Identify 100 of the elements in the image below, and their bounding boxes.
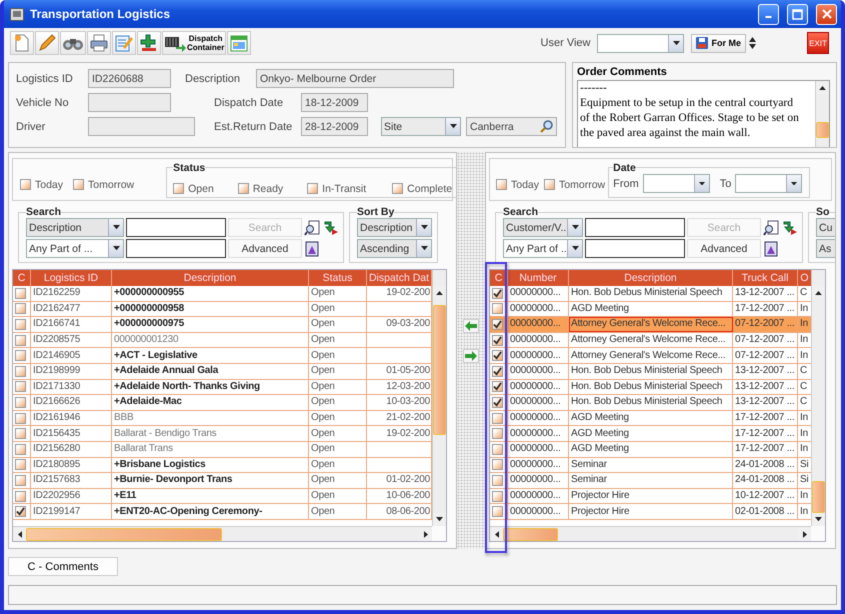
- checkbox[interactable]: [492, 303, 503, 314]
- table-row[interactable]: ID2180895 +Brisbane Logistics Open: [13, 458, 432, 474]
- checkbox[interactable]: [15, 474, 26, 486]
- table-row[interactable]: 00000000... Seminar 24-01-2008 ... Si: [490, 473, 811, 489]
- checkbox[interactable]: [492, 381, 503, 392]
- for-me-button[interactable]: For Me: [691, 34, 746, 52]
- checkbox[interactable]: [15, 381, 26, 392]
- scrollbar-thumb[interactable]: [816, 122, 829, 138]
- minimize-button[interactable]: [758, 4, 779, 24]
- table-row[interactable]: 00000000... Attorney General's Welcome Rece... 07-12-2007 ... In: [490, 317, 811, 333]
- scrollbar-thumb[interactable]: [26, 528, 222, 540]
- table-row[interactable]: 00000000... Attorney General's Welcome Rece... 07-12-2007 ... In: [490, 348, 811, 364]
- checkbox[interactable]: [492, 288, 503, 299]
- checkbox[interactable]: [15, 318, 26, 330]
- to-date-dropdown[interactable]: [735, 174, 802, 193]
- add-button[interactable]: [137, 31, 161, 55]
- field-dropdown[interactable]: Customer/V...: [503, 218, 583, 237]
- checkbox[interactable]: [492, 474, 503, 486]
- table-row[interactable]: 00000000... Hon. Bob Debus Ministerial Speech 13-12-2007 ... C: [490, 395, 811, 411]
- checkbox[interactable]: [173, 183, 184, 194]
- checkbox[interactable]: [20, 179, 31, 190]
- checkbox[interactable]: [492, 350, 503, 362]
- table-row[interactable]: ID2198999 +Adelaide Annual Gala Open 01-05-200: [13, 364, 432, 380]
- checkbox[interactable]: [492, 428, 503, 440]
- table-row[interactable]: 00000000... Hon. Bob Debus Ministerial Speech 13-12-2007 ... C: [490, 286, 811, 302]
- scrollbar-thumb[interactable]: [503, 528, 558, 540]
- down-arrow-icon[interactable]: [782, 220, 798, 236]
- checkbox[interactable]: [238, 183, 249, 194]
- table-row[interactable]: 00000000... AGD Meeting 17-12-2007 ... In: [490, 442, 811, 458]
- table-row[interactable]: 00000000... AGD Meeting 17-12-2007 ... In: [490, 302, 811, 318]
- table-row[interactable]: ID2162259 +000000000955 Open 19-02-200: [13, 286, 432, 302]
- maximize-button[interactable]: [787, 4, 808, 24]
- checkbox[interactable]: [15, 506, 26, 518]
- table-row[interactable]: ID2161946 BBB Open 21-02-200: [13, 410, 432, 426]
- location-field[interactable]: Canberra: [466, 117, 557, 136]
- table-row[interactable]: ID2208575 000000001230 Open: [13, 332, 432, 348]
- site-dropdown[interactable]: Site: [381, 117, 461, 136]
- edit-button[interactable]: [35, 31, 59, 55]
- table-row[interactable]: ID2156435 Ballarat - Bendigo Trans Open 19-02-200: [13, 426, 432, 442]
- table-row[interactable]: ID2199147 +ENT20-AC-Opening Ceremony- Open 08-06-200: [13, 504, 432, 520]
- calendar-button[interactable]: [227, 31, 252, 55]
- search-field[interactable]: [126, 218, 226, 237]
- move-left-button[interactable]: [463, 318, 479, 332]
- print-button[interactable]: [87, 31, 111, 55]
- scrollbar-thumb[interactable]: [812, 481, 825, 513]
- table-row[interactable]: ID2166741 +000000000975 Open 09-03-200: [13, 317, 432, 333]
- checkbox[interactable]: [73, 179, 84, 190]
- table-row[interactable]: ID2146905 +ACT - Legislative Open: [13, 348, 432, 364]
- advanced-button[interactable]: Advanced: [228, 239, 302, 258]
- table-row[interactable]: ID2156280 Ballarat Trans Open: [13, 442, 432, 458]
- move-right-button[interactable]: [463, 348, 479, 362]
- checkbox[interactable]: [492, 412, 503, 424]
- report-icon[interactable]: [304, 240, 320, 256]
- checkbox[interactable]: [492, 396, 503, 408]
- horizontal-scrollbar[interactable]: [490, 526, 811, 541]
- table-row[interactable]: 00000000... Hon. Bob Debus Ministerial Speech 13-12-2007 ... C: [490, 380, 811, 396]
- vertical-scrollbar[interactable]: [811, 270, 825, 526]
- checkbox[interactable]: [492, 490, 503, 502]
- checkbox[interactable]: [492, 318, 503, 330]
- table-row[interactable]: 00000000... Attorney General's Welcome Rece... 07-12-2007 ... In: [490, 332, 811, 348]
- checkbox[interactable]: [492, 444, 503, 455]
- search-field[interactable]: [126, 239, 226, 258]
- table-row[interactable]: ID2166626 +Adelaide-Mac Open 10-03-200: [13, 395, 432, 411]
- close-button[interactable]: [816, 4, 837, 24]
- checkbox[interactable]: [492, 459, 503, 470]
- horizontal-scrollbar[interactable]: [13, 526, 432, 541]
- from-date-dropdown[interactable]: [642, 174, 710, 193]
- checkbox[interactable]: [15, 444, 26, 455]
- table-row[interactable]: 00000000... Projector Hire 10-12-2007 ... In: [490, 488, 811, 504]
- checkbox[interactable]: [492, 334, 503, 346]
- search-field[interactable]: [585, 218, 685, 237]
- report-icon[interactable]: [763, 240, 779, 256]
- advanced-button[interactable]: Advanced: [687, 239, 761, 258]
- checkbox[interactable]: [544, 179, 556, 190]
- dispatch-button[interactable]: Dispatch Container: [162, 31, 226, 55]
- table-row[interactable]: 00000000... Projector Hire 02-01-2008 ... In: [490, 504, 811, 520]
- checkbox[interactable]: [15, 288, 26, 299]
- checkbox[interactable]: [15, 303, 26, 314]
- table-row[interactable]: 00000000... Hon. Bob Debus Ministerial Speech 13-12-2007 ... C: [490, 364, 811, 380]
- checkbox[interactable]: [307, 183, 318, 194]
- notes-button[interactable]: [112, 31, 136, 55]
- exit-button[interactable]: EXIT: [807, 32, 829, 54]
- checkbox[interactable]: [496, 179, 507, 190]
- checkbox[interactable]: [15, 334, 26, 346]
- checkbox[interactable]: [15, 459, 26, 470]
- sort-field-dropdown[interactable]: Cu: [816, 218, 835, 237]
- search-field[interactable]: [585, 239, 685, 258]
- table-row[interactable]: ID2202956 +E11 Open 10-06-200: [13, 488, 432, 504]
- checkbox[interactable]: [492, 366, 503, 377]
- field-dropdown[interactable]: Description: [26, 218, 124, 237]
- table-row[interactable]: ID2162477 +000000000958 Open: [13, 302, 432, 318]
- checkbox[interactable]: [15, 366, 26, 377]
- table-row[interactable]: ID2157683 +Burnie- Devonport Trans Open 01-02-200: [13, 473, 432, 489]
- new-button[interactable]: [10, 31, 34, 55]
- checkbox[interactable]: [15, 428, 26, 440]
- comments-button[interactable]: C - Comments: [8, 557, 118, 576]
- search-icon[interactable]: [304, 220, 320, 236]
- down-arrow-icon[interactable]: [323, 220, 339, 236]
- checkbox[interactable]: [15, 490, 26, 502]
- checkbox[interactable]: [392, 183, 404, 194]
